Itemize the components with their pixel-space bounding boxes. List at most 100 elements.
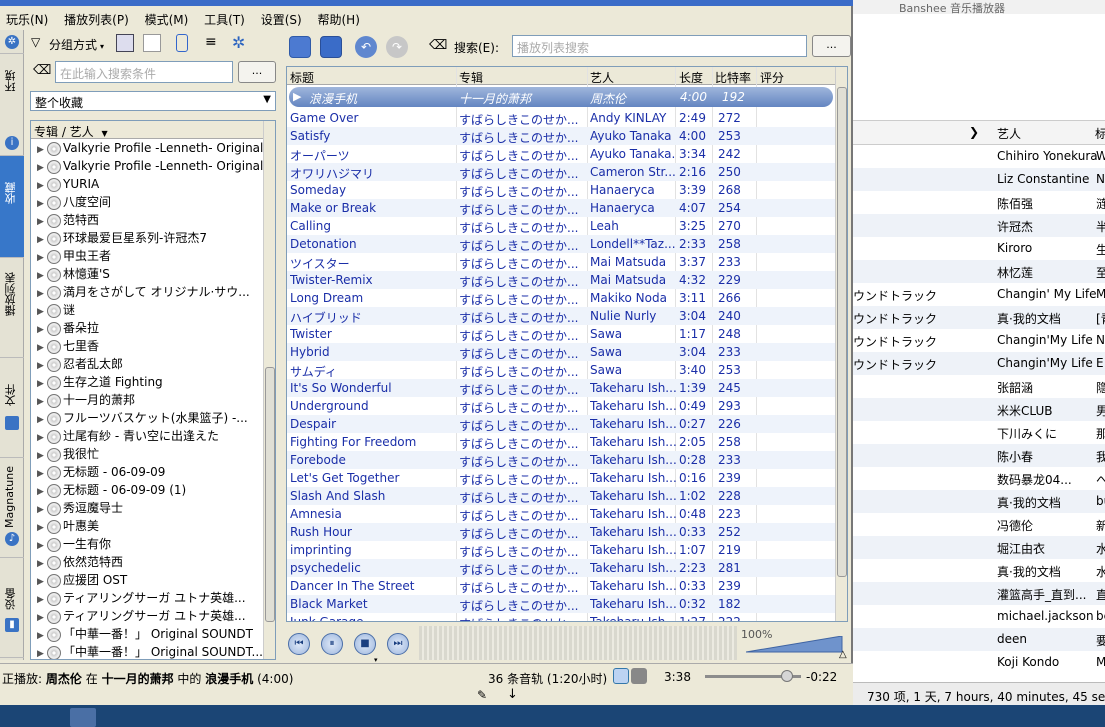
- expand-icon[interactable]: ▶: [37, 249, 47, 265]
- playlist-row[interactable]: Slash And Slash すばらしきこのせか... Takeharu Ish.…: [287, 487, 835, 505]
- clear-search-icon[interactable]: ⌫: [429, 38, 447, 53]
- expand-icon[interactable]: ▶: [37, 483, 47, 499]
- next-button[interactable]: ⏭: [387, 633, 409, 655]
- collection-tree-item[interactable]: ▶ 范特西: [31, 211, 263, 229]
- background-list-row[interactable]: 数码暴龙04... へ: [849, 467, 1105, 490]
- playlist-row[interactable]: It's So Wonderful すばらしきこのせか... Takeharu Is…: [287, 379, 835, 397]
- collection-tree-item[interactable]: ▶ 叶惠美: [31, 517, 263, 535]
- column-header-artist[interactable]: 艺人: [590, 69, 614, 86]
- menu-tools[interactable]: 工具(T): [198, 8, 251, 31]
- menu-play[interactable]: 玩乐(N): [0, 8, 54, 31]
- window-titlebar[interactable]: [0, 0, 853, 6]
- volume-slider[interactable]: 100%: [741, 628, 846, 653]
- collection-tree-item[interactable]: ▶ YURIA: [31, 175, 263, 193]
- column-header-album[interactable]: 专辑: [459, 69, 483, 86]
- resize-grip-icon[interactable]: △: [839, 649, 847, 660]
- collection-tree-item[interactable]: ▶ 无标题 - 06-09-09 (1): [31, 481, 263, 499]
- collection-tree-item[interactable]: ▶ 「中華一番！」 Original SOUNDT...: [31, 643, 263, 659]
- playlist-row[interactable]: ツイスター すばらしきこのせか... Mai Matsuda 3:37 233: [287, 253, 835, 271]
- expand-icon[interactable]: ▶: [37, 501, 47, 517]
- playlist-scrollbar-thumb[interactable]: [837, 87, 847, 577]
- collection-filter-more-button[interactable]: ...: [238, 61, 276, 83]
- background-list-row[interactable]: 林忆莲至: [849, 260, 1105, 283]
- playlist-row[interactable]: Satisfy すばらしきこのせか... Ayuko Tanaka 4:00 253: [287, 127, 835, 145]
- background-list-row[interactable]: 灌篮高手_直到... 直: [849, 582, 1105, 605]
- background-list-row[interactable]: 米米CLUB 男: [849, 398, 1105, 421]
- tree-view-icon[interactable]: [116, 34, 134, 52]
- expand-icon[interactable]: ▶: [37, 393, 47, 409]
- expand-icon[interactable]: ▶: [37, 555, 47, 571]
- collection-tree-item[interactable]: ▶ 八度空间: [31, 193, 263, 211]
- playlist-icon[interactable]: [289, 36, 311, 58]
- menu-mode[interactable]: 模式(M): [139, 8, 195, 31]
- now-playing-row[interactable]: ▶ 浪漫手机 十一月的萧邦 周杰伦 4:00 192: [289, 87, 833, 107]
- pause-button[interactable]: ⏸: [321, 633, 343, 655]
- background-list-row[interactable]: deen 要: [849, 628, 1105, 651]
- collection-tree-item[interactable]: ▶ 应援团 OST: [31, 571, 263, 589]
- background-list-row[interactable]: Koji Kondo M: [849, 651, 1105, 674]
- collection-tree-item[interactable]: ▶ 番朵拉: [31, 319, 263, 337]
- collection-tree-item[interactable]: ▶ 満月をさがして オリジナル·サウ...: [31, 283, 263, 301]
- expand-icon[interactable]: ▶: [37, 177, 47, 193]
- column-header-bitrate[interactable]: 比特率: [715, 69, 751, 86]
- background-list-row[interactable]: Chihiro Yonekura W: [849, 145, 1105, 168]
- playlist-row[interactable]: Rush Hour すばらしきこのせか... Takeharu Ish... 0:33…: [287, 523, 835, 541]
- filter-icon[interactable]: ▽: [31, 35, 49, 53]
- group-by-label[interactable]: 分组方式: [49, 36, 97, 53]
- menu-settings[interactable]: 设置(S): [255, 8, 308, 31]
- playlist-row[interactable]: Dancer In The Street すばらしきこのせか... Takeharu…: [287, 577, 835, 595]
- expand-icon[interactable]: ▶: [37, 213, 47, 229]
- expand-icon[interactable]: ▶: [37, 519, 47, 535]
- background-list-row[interactable]: 陈佰强涟: [849, 191, 1105, 214]
- playlist-row[interactable]: Twister-Remix すばらしきこのせか... Mai Matsuda 4:32…: [287, 271, 835, 289]
- expand-icon[interactable]: ▶: [37, 159, 47, 175]
- collection-tree-item[interactable]: ▶ 环球最爱巨星系列-许冠杰7: [31, 229, 263, 247]
- collection-tree-item[interactable]: ▶ フルーツバスケット(水果篮子) -...: [31, 409, 263, 427]
- collection-tree-item[interactable]: ▶ ティアリングサーガ ユトナ英雄...: [31, 607, 263, 625]
- collection-tree-item[interactable]: ▶ 无标题 - 06-09-09: [31, 463, 263, 481]
- previous-button[interactable]: ⏮: [288, 633, 310, 655]
- collection-tree-item[interactable]: ▶ ティアリングサーガ ユトナ英雄...: [31, 589, 263, 607]
- menu-playlist[interactable]: 播放列表(P): [58, 8, 135, 31]
- expand-icon[interactable]: ▶: [37, 375, 47, 391]
- background-list-row[interactable]: 冯德伦新: [849, 513, 1105, 536]
- desktop-folder-icon[interactable]: [70, 708, 96, 727]
- playlist-row[interactable]: Twister すばらしきこのせか... Sawa 1:17 248: [287, 325, 835, 343]
- background-list-row[interactable]: 张韶涵隐: [849, 375, 1105, 398]
- playlist-row[interactable]: オワリハジマリ すばらしきこのせか... Cameron Str... 2:16 250: [287, 163, 835, 181]
- expand-icon[interactable]: ▶: [37, 339, 47, 355]
- playlist-row[interactable]: Someday すばらしきこのせか... Hanaeryca 3:39 268: [287, 181, 835, 199]
- expand-icon[interactable]: ▶: [37, 537, 47, 553]
- analyzer-visualization[interactable]: [419, 626, 737, 660]
- tab-magnatune[interactable]: Magnatune ♪: [0, 458, 24, 558]
- background-list-row[interactable]: Kiroro 生: [849, 237, 1105, 260]
- background-list-row[interactable]: 陈小春我: [849, 444, 1105, 467]
- random-icon[interactable]: [631, 668, 647, 684]
- playlist-row[interactable]: Game Over すばらしきこのせか... Andy KINLAY 2:49 272: [287, 109, 835, 127]
- collection-scope-select[interactable]: 整个收藏 ▼: [30, 91, 276, 111]
- expand-icon[interactable]: ▶: [37, 627, 47, 643]
- background-list-row[interactable]: ウンドトラック Changin'My Life E: [849, 352, 1105, 375]
- flat-view-icon[interactable]: [143, 34, 161, 52]
- expand-icon[interactable]: ▶: [37, 321, 47, 337]
- expand-icon[interactable]: ▶: [37, 429, 47, 445]
- playlist-search-more-button[interactable]: ...: [812, 35, 851, 57]
- collection-tree-item[interactable]: ▶ 十一月的萧邦: [31, 391, 263, 409]
- collection-tree-item[interactable]: ▶ 「中華一番！」 Original SOUNDT: [31, 625, 263, 643]
- expand-icon[interactable]: ▶: [37, 231, 47, 247]
- playlist-row[interactable]: Detonation すばらしきこのせか... Londell**Taz... 2:3…: [287, 235, 835, 253]
- tray-arrow-icon[interactable]: ↓: [507, 687, 518, 702]
- playlist-row[interactable]: Make or Break すばらしきこのせか... Hanaeryca 4:07 25…: [287, 199, 835, 217]
- expand-icon[interactable]: ▶: [37, 573, 47, 589]
- tab-devices[interactable]: 设备 ▮: [0, 558, 24, 658]
- playlist-row[interactable]: サムディ すばらしきこのせか... Sawa 3:40 253: [287, 361, 835, 379]
- expand-icon[interactable]: ▶: [37, 195, 47, 211]
- tree-scrollbar-thumb[interactable]: [265, 367, 275, 622]
- playlist-row[interactable]: Underground すばらしきこのせか... Takeharu Ish... 0:…: [287, 397, 835, 415]
- collection-tree-item[interactable]: ▶ 我很忙: [31, 445, 263, 463]
- column-header-artist[interactable]: 艺人: [997, 125, 1021, 142]
- expand-icon[interactable]: ▶: [37, 609, 47, 625]
- playlist-search-input[interactable]: 播放列表搜索: [512, 35, 807, 57]
- collection-tree-item[interactable]: ▶ 一生有你: [31, 535, 263, 553]
- playlist-row[interactable]: Black Market すばらしきこのせか... Takeharu Ish... 0…: [287, 595, 835, 613]
